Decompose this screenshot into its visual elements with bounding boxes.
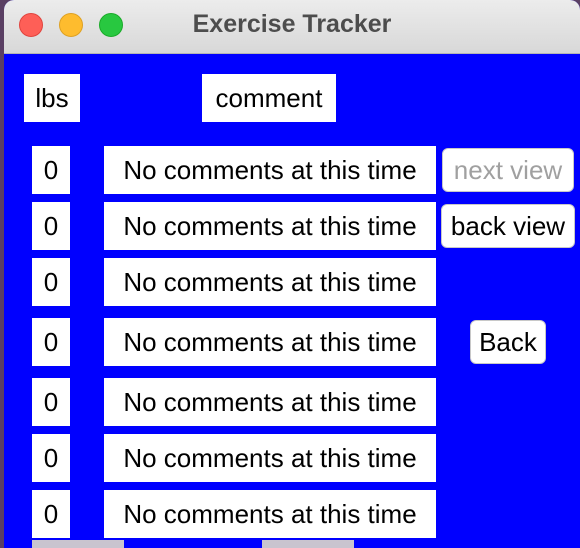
lbs-value-row-5: 0 xyxy=(32,378,70,426)
lbs-value-row-2: 0 xyxy=(32,202,70,250)
lbs-header: lbs xyxy=(24,74,80,122)
lbs-value-row-6: 0 xyxy=(32,434,70,482)
window-title: Exercise Tracker xyxy=(192,10,392,38)
comment-row-2: No comments at this time xyxy=(104,202,436,250)
title-bar: Exercise Tracker xyxy=(4,0,580,54)
comment-row-1: No comments at this time xyxy=(104,146,436,194)
comment-row-6: No comments at this time xyxy=(104,434,436,482)
lbs-value-row-1: 0 xyxy=(32,146,70,194)
comment-row-5: No comments at this time xyxy=(104,378,436,426)
lbs-value-row-3: 0 xyxy=(32,258,70,306)
lbs-value-row-7: 0 xyxy=(32,490,70,538)
app-window: Exercise Tracker lbs comment 0 No commen… xyxy=(4,0,580,548)
desktop-background-strip xyxy=(32,540,124,548)
comment-row-4: No comments at this time xyxy=(104,318,436,366)
comment-header: comment xyxy=(202,74,336,122)
desktop-background-strip-2 xyxy=(262,540,354,548)
lbs-value-row-4: 0 xyxy=(32,318,70,366)
next-view-button[interactable]: next view xyxy=(442,148,574,192)
comment-row-3: No comments at this time xyxy=(104,258,436,306)
comment-row-7: No comments at this time xyxy=(104,490,436,538)
back-button[interactable]: Back xyxy=(470,320,546,364)
back-view-button[interactable]: back view xyxy=(441,204,575,248)
